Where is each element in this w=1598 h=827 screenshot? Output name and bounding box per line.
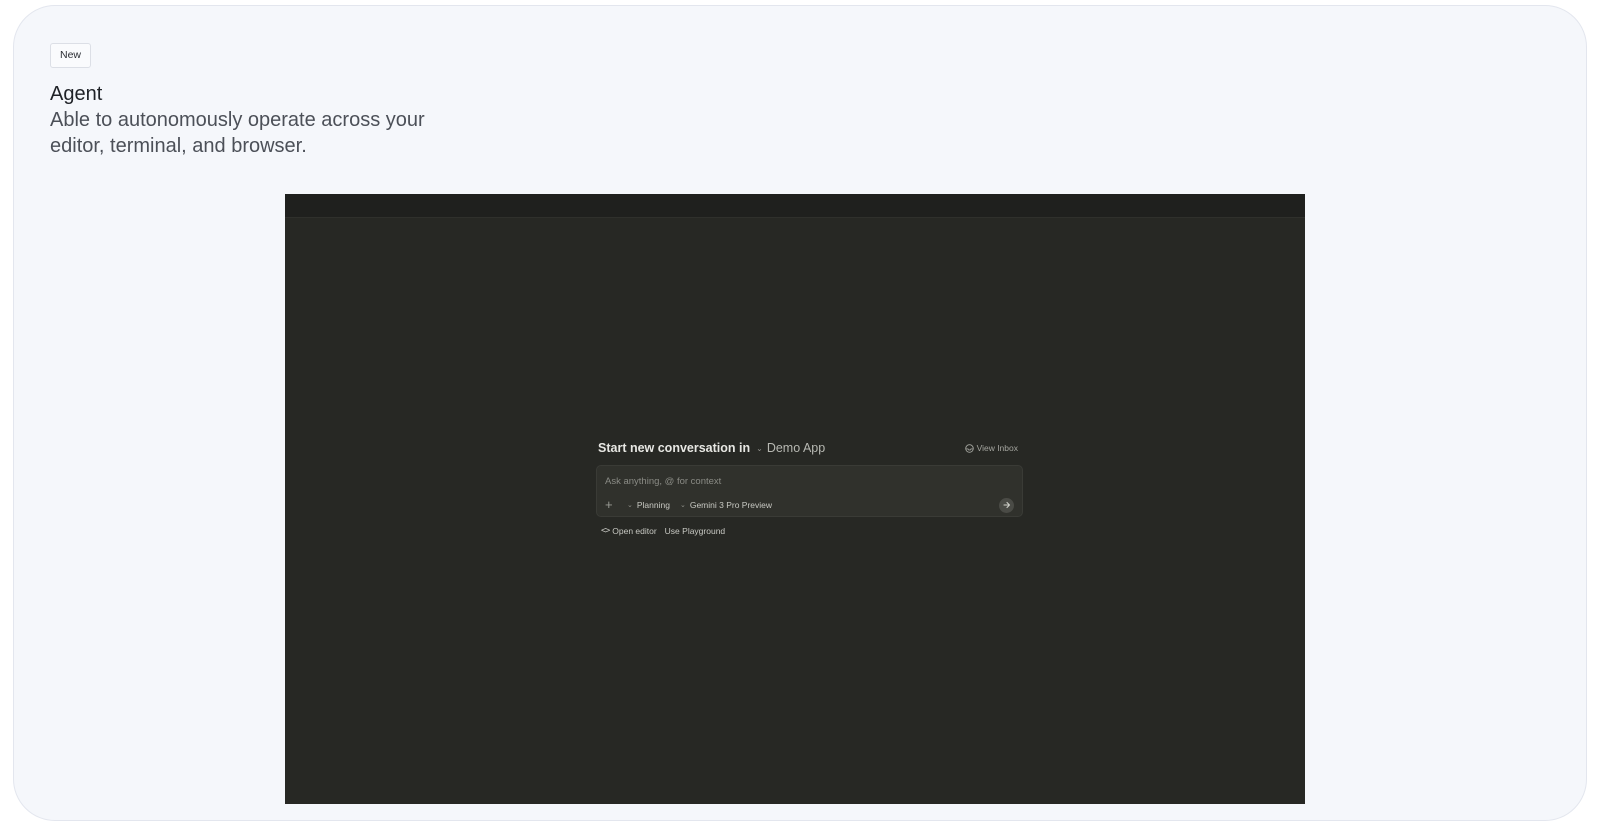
prompt-composer: + ⌄ Planning ⌄ Gemini 3 Pro Preview <box>596 465 1023 517</box>
mode-label: Planning <box>636 500 670 510</box>
prompt-input[interactable] <box>605 474 985 488</box>
model-dropdown[interactable]: ⌄ Gemini 3 Pro Preview <box>680 500 772 510</box>
plus-icon[interactable]: + <box>605 498 617 512</box>
arrow-right-icon <box>1002 501 1010 509</box>
app-titlebar <box>285 194 1305 218</box>
open-editor-button[interactable]: <> Open editor <box>601 526 657 536</box>
conversation-header: Start new conversation in ⌄ Demo App Vie… <box>598 440 1018 456</box>
code-brackets-icon: <> <box>601 526 610 536</box>
quick-actions: <> Open editor Use Playground <box>601 525 733 537</box>
send-button[interactable] <box>999 497 1014 513</box>
app-screenshot: Start new conversation in ⌄ Demo App Vie… <box>285 194 1305 804</box>
view-inbox-label: View Inbox <box>976 443 1018 453</box>
workspace-select[interactable]: ⌄ Demo App <box>756 441 825 455</box>
feature-description: Able to autonomously operate across your… <box>50 109 425 157</box>
use-playground-button[interactable]: Use Playground <box>665 526 725 536</box>
workspace-name: Demo App <box>766 441 826 455</box>
mode-dropdown[interactable]: ⌄ Planning <box>627 500 670 510</box>
new-badge: New <box>50 43 92 68</box>
composer-toolbar: + ⌄ Planning ⌄ Gemini 3 Pro Preview <box>605 497 1014 513</box>
open-editor-label: Open editor <box>612 526 657 536</box>
conversation-prompt-label: Start new conversation in <box>598 441 751 455</box>
model-label: Gemini 3 Pro Preview <box>689 500 773 510</box>
chevron-down-icon: ⌄ <box>627 502 633 509</box>
chevron-down-icon: ⌄ <box>756 443 763 453</box>
feature-title: Agent <box>50 83 103 105</box>
feature-card: New Agent Able to autonomously operate a… <box>13 5 1587 821</box>
chevron-down-icon: ⌄ <box>679 502 686 509</box>
inbox-icon <box>964 443 974 453</box>
view-inbox-link[interactable]: View Inbox <box>964 443 1018 453</box>
